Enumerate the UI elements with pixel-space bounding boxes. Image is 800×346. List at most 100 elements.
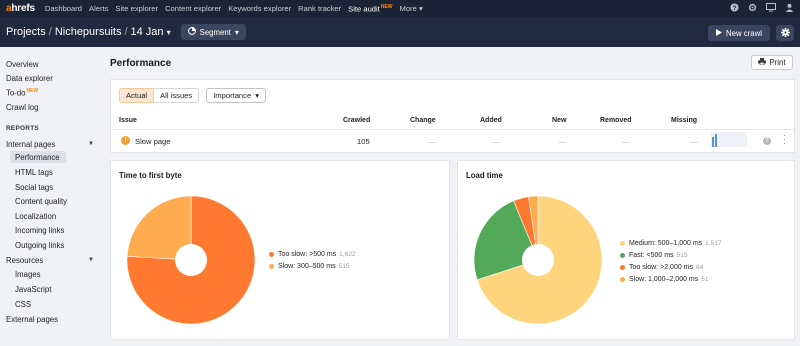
more-vertical-icon[interactable]: · · · (782, 132, 787, 148)
sidebar-item-outgoing-links[interactable]: Outgoing links (15, 241, 64, 250)
legend-swatch (269, 263, 274, 269)
sidebar: Overview Data explorer To-doNEW Crawl lo… (0, 47, 106, 346)
project-settings-button[interactable] (776, 25, 794, 41)
caret-down-icon: ▾ (418, 4, 423, 13)
printer-icon (758, 58, 767, 67)
legend-count: 51 (701, 275, 709, 283)
nav-more[interactable]: More ▾ (400, 4, 423, 13)
trend-sparkline (711, 132, 747, 147)
new-crawl-button[interactable]: New crawl (708, 25, 770, 41)
logo-rest: hrefs (11, 3, 35, 14)
load-time-chart-card: Load time Medium: 500–1,000 ms 1,517 Fast… (457, 160, 795, 340)
crumb-projects[interactable]: Projects (6, 26, 46, 38)
reports-heading: REPORTS (6, 125, 39, 132)
sidebar-item-todo-label: To-do (6, 88, 26, 98)
sidebar-item-overview[interactable]: Overview (6, 60, 39, 69)
added-value: — (492, 137, 500, 146)
missing-value: — (690, 137, 698, 146)
settings-icon[interactable] (748, 3, 757, 14)
legend-item[interactable]: Slow: 1,000–2,000 ms 51 (620, 273, 722, 285)
ttfb-legend: Too slow: >500 ms 1,622 Slow: 300–500 ms 5… (269, 248, 356, 272)
issues-card: Actual All issues Importance ▾ Issue Cra… (110, 79, 795, 153)
legend-label: Slow: 300–500 ms (278, 262, 336, 270)
ahrefs-logo[interactable]: ahrefs (6, 3, 35, 14)
sidebar-item-crawl-log[interactable]: Crawl log (6, 103, 39, 112)
nav-rank-tracker[interactable]: Rank tracker (298, 4, 341, 13)
nav-dashboard[interactable]: Dashboard (45, 4, 82, 13)
new-crawl-label: New crawl (726, 28, 762, 38)
sidebar-item-resources[interactable]: Resources (6, 256, 43, 265)
sidebar-item-data-explorer[interactable]: Data explorer (6, 74, 53, 83)
importance-label: Importance (213, 91, 252, 100)
user-icon[interactable] (785, 3, 794, 14)
importance-dropdown[interactable]: Importance ▾ (206, 88, 266, 103)
toggle-actual[interactable]: Actual (119, 88, 155, 103)
nav-site-audit[interactable]: Site auditNEW (348, 4, 392, 14)
legend-swatch (620, 276, 625, 282)
help-icon[interactable]: ? (730, 3, 739, 14)
gear-icon (780, 27, 790, 39)
sidebar-item-social-tags[interactable]: Social tags (15, 183, 53, 192)
sidebar-item-incoming-links[interactable]: Incoming links (15, 226, 64, 235)
caret-down-icon: ▾ (255, 91, 259, 100)
nav-alerts[interactable]: Alerts (89, 4, 108, 13)
nav-site-explorer[interactable]: Site explorer (115, 4, 158, 13)
legend-item[interactable]: Medium: 500–1,000 ms 1,517 (620, 237, 722, 249)
sidebar-item-todo[interactable]: To-doNEW (6, 88, 38, 98)
crawled-count[interactable]: 105 (357, 137, 370, 146)
top-nav: ahrefs Dashboard Alerts Site explorer Co… (0, 0, 800, 17)
svg-text:?: ? (733, 5, 737, 12)
ttfb-donut-chart (126, 195, 256, 325)
sidebar-item-external-pages[interactable]: External pages (6, 315, 58, 324)
play-icon (716, 28, 723, 38)
sidebar-item-localization[interactable]: Localization (15, 212, 56, 221)
sidebar-item-javascript[interactable]: JavaScript (15, 285, 51, 294)
legend-item[interactable]: Too slow: >500 ms 1,622 (269, 248, 356, 260)
sidebar-item-html-tags[interactable]: HTML tags (15, 168, 53, 177)
crumb-crawl-date[interactable]: 14 Jan (131, 26, 164, 38)
column-header-new[interactable]: New (552, 117, 566, 124)
legend-swatch (620, 252, 625, 258)
column-header-issue[interactable]: Issue (119, 117, 137, 124)
row-divider (111, 129, 794, 130)
help-icon[interactable]: ? (763, 137, 771, 145)
caret-down-icon[interactable]: ▼ (88, 141, 94, 147)
monitor-icon[interactable] (766, 3, 776, 14)
change-value: — (428, 137, 436, 146)
legend-swatch (620, 264, 625, 270)
chart-title: Load time (466, 171, 503, 180)
nav-keywords-explorer[interactable]: Keywords explorer (228, 4, 291, 13)
print-button[interactable]: Print (751, 55, 793, 70)
column-header-missing[interactable]: Missing (671, 117, 697, 124)
column-header-change[interactable]: Change (410, 117, 436, 124)
new-badge: NEW (380, 3, 393, 10)
sidebar-item-content-quality[interactable]: Content quality (15, 197, 67, 206)
legend-count: 1,517 (705, 239, 722, 247)
segment-icon (187, 27, 196, 37)
issue-name[interactable]: Slow page (135, 137, 170, 146)
sidebar-item-performance[interactable]: Performance (15, 153, 60, 162)
segment-button[interactable]: Segment ▾ (180, 24, 246, 40)
breadcrumb: Projects / Nichepursuits/14 Jan ▾ (6, 26, 171, 38)
legend-item[interactable]: Slow: 300–500 ms 515 (269, 260, 356, 272)
legend-swatch (269, 251, 274, 257)
legend-count: 515 (676, 251, 688, 259)
toggle-all-issues[interactable]: All issues (154, 88, 200, 103)
crumb-project[interactable]: Nichepursuits (55, 26, 122, 38)
column-header-added[interactable]: Added (480, 117, 502, 124)
column-header-removed[interactable]: Removed (600, 117, 632, 124)
legend-swatch (620, 240, 625, 246)
column-header-crawled[interactable]: Crawled (343, 117, 370, 124)
sidebar-item-css[interactable]: CSS (15, 300, 31, 309)
caret-down-icon[interactable]: ▾ (167, 28, 171, 37)
caret-down-icon: ▾ (234, 27, 239, 37)
sidebar-item-internal-pages[interactable]: Internal pages (6, 140, 55, 149)
legend-count: 515 (338, 262, 350, 270)
legend-item[interactable]: Fast: <500 ms 515 (620, 249, 722, 261)
sidebar-item-images[interactable]: Images (15, 270, 41, 279)
caret-down-icon[interactable]: ▼ (88, 257, 94, 263)
nav-content-explorer[interactable]: Content explorer (165, 4, 221, 13)
legend-count: 84 (696, 263, 704, 271)
legend-item[interactable]: Too slow: >2,000 ms 84 (620, 261, 722, 273)
donut-hole (522, 244, 554, 276)
